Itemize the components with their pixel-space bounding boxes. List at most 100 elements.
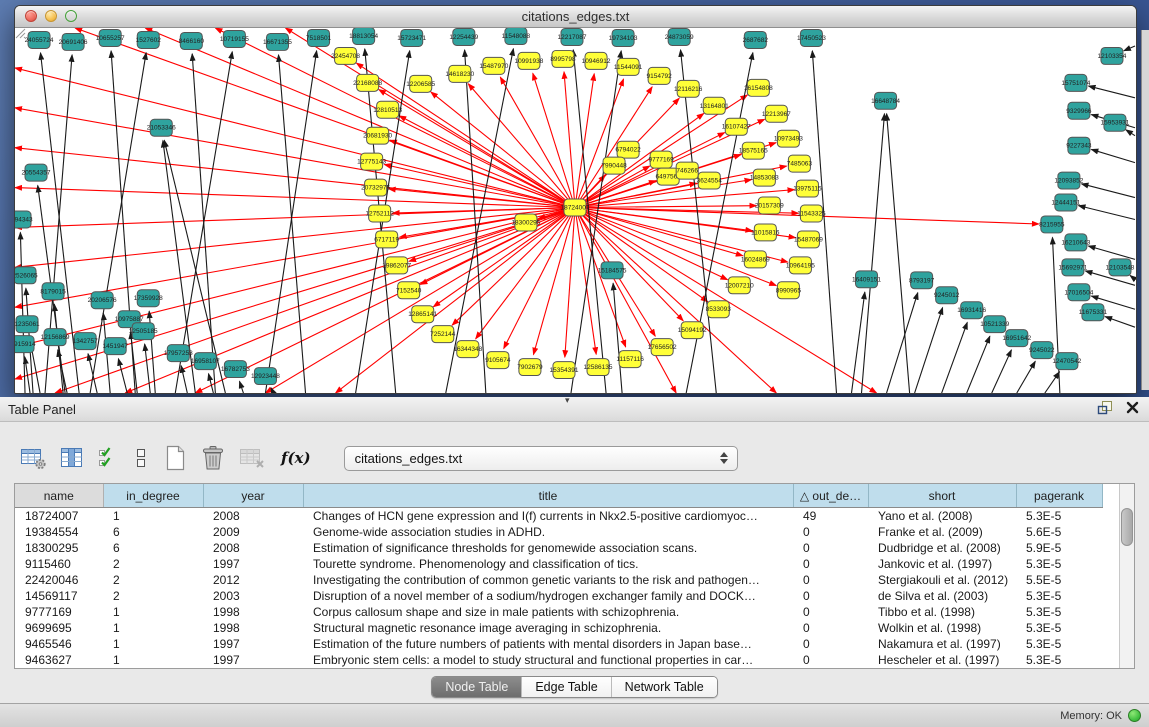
table-cell: 0	[793, 636, 868, 652]
table-panel-title: Table Panel	[0, 402, 76, 417]
table-scrollbar[interactable]	[1119, 484, 1134, 668]
table-cell: 0	[793, 540, 868, 556]
select-rows-icon[interactable]	[97, 446, 119, 470]
column-header-year[interactable]: year	[203, 484, 303, 508]
traffic-lights	[25, 10, 77, 22]
network-canvas[interactable]: 1872400722454708221680881281051320681930…	[15, 28, 1136, 393]
table-cell: 9777169	[15, 604, 103, 620]
table-cell: 5.3E-5	[1016, 556, 1102, 572]
table-row[interactable]: 1830029562008Estimation of significance …	[15, 540, 1102, 556]
column-header-short[interactable]: short	[868, 484, 1016, 508]
table-row[interactable]: 1456911722003Disruption of a novel membe…	[15, 588, 1102, 604]
table-settings-icon[interactable]	[20, 446, 47, 470]
table-panel: Table Panel ▾	[0, 397, 1149, 727]
table-cell: 1	[103, 604, 203, 620]
column-header-title[interactable]: title	[303, 484, 793, 508]
table-cell: 18724007	[15, 508, 103, 525]
column-header-out_de[interactable]: △ out_de…	[793, 484, 868, 508]
table-cell: 5.9E-5	[1016, 540, 1102, 556]
table-toolbar: f(x) citations_edges.txt	[0, 422, 1149, 474]
table-cell: 2	[103, 556, 203, 572]
table-cell: 49	[793, 508, 868, 525]
table-cell: Genome-wide association studies in ADHD.	[303, 524, 793, 540]
table-cell: Embryonic stem cells: a model to study s…	[303, 652, 793, 668]
table-cell: 5.6E-5	[1016, 524, 1102, 540]
table-cell: 1997	[203, 556, 303, 572]
table-cell: 5.3E-5	[1016, 588, 1102, 604]
table-cell: 0	[793, 620, 868, 636]
table-cell: Tourette syndrome. Phenomenology and cla…	[303, 556, 793, 572]
table-row[interactable]: 2242004622012Investigating the contribut…	[15, 572, 1102, 588]
table-cell: Changes of HCN gene expression and I(f) …	[303, 508, 793, 525]
memory-status-label: Memory: OK	[1060, 710, 1122, 722]
table-cell: Corpus callosum shape and size in male p…	[303, 604, 793, 620]
zoom-window-button[interactable]	[65, 10, 77, 22]
column-header-in_degree[interactable]: in_degree	[103, 484, 203, 508]
table-cell: 1	[103, 620, 203, 636]
select-column-icon[interactable]	[60, 446, 84, 470]
table-row[interactable]: 946554611997Estimation of the future num…	[15, 636, 1102, 652]
table-cell: 22420046	[15, 572, 103, 588]
table-cell: 2012	[203, 572, 303, 588]
table-cell: Stergiakouli et al. (2012)	[868, 572, 1016, 588]
table-cell: 0	[793, 652, 868, 668]
table-cell: Disruption of a novel member of a sodium…	[303, 588, 793, 604]
table-cell: Estimation of the future numbers of pati…	[303, 636, 793, 652]
dropdown-arrows-icon	[720, 452, 737, 464]
table-cell: 0	[793, 556, 868, 572]
table-type-switcher: Node Table Edge Table Network Table	[431, 676, 717, 698]
table-cell: 5.3E-5	[1016, 636, 1102, 652]
node-table: namein_degreeyeartitle△ out_de…shortpage…	[15, 484, 1103, 668]
table-cell: 1997	[203, 636, 303, 652]
table-cell: 1998	[203, 604, 303, 620]
table-row[interactable]: 977716911998Corpus callosum shape and si…	[15, 604, 1102, 620]
network-desktop: citations_edges.txt 18724007224547082216…	[0, 0, 1149, 397]
table-cell: 9115460	[15, 556, 103, 572]
table-cell: 5.3E-5	[1016, 620, 1102, 636]
table-cell: 2003	[203, 588, 303, 604]
table-cell: 2008	[203, 540, 303, 556]
memory-status-indicator[interactable]	[1128, 709, 1141, 722]
table-cell: 14569117	[15, 588, 103, 604]
table-row[interactable]: 946362711997Embryonic stem cells: a mode…	[15, 652, 1102, 668]
column-header-name[interactable]: name	[15, 484, 103, 508]
table-row[interactable]: 1938455462009Genome-wide association stu…	[15, 524, 1102, 540]
table-cell: Wolkin et al. (1998)	[868, 620, 1016, 636]
node-table-container: namein_degreeyeartitle△ out_de…shortpage…	[14, 483, 1135, 669]
table-cell: Nakamura et al. (1997)	[868, 636, 1016, 652]
table-cell: de Silva et al. (2003)	[868, 588, 1016, 604]
new-column-icon[interactable]	[163, 445, 187, 471]
table-cell: 6	[103, 540, 203, 556]
panel-resize-handle[interactable]: ▾	[565, 395, 570, 406]
status-bar: Memory: OK	[0, 703, 1149, 727]
delete-column-icon[interactable]	[200, 445, 226, 471]
float-panel-icon[interactable]	[1097, 400, 1113, 415]
table-cell: 18300295	[15, 540, 103, 556]
cytoscape-app: citations_edges.txt 18724007224547082216…	[0, 0, 1149, 727]
window-titlebar[interactable]: citations_edges.txt	[15, 6, 1136, 28]
table-cell: 9699695	[15, 620, 103, 636]
table-cell: 2	[103, 572, 203, 588]
table-source-dropdown[interactable]: citations_edges.txt	[344, 446, 738, 471]
close-window-button[interactable]	[25, 10, 37, 22]
table-cell: 0	[793, 524, 868, 540]
tab-node-table[interactable]: Node Table	[432, 677, 521, 697]
table-row[interactable]: 1872400712008Changes of HCN gene express…	[15, 508, 1102, 525]
column-header-pagerank[interactable]: pagerank	[1016, 484, 1102, 508]
table-cell: 0	[793, 588, 868, 604]
resize-grip-icon[interactable]	[15, 28, 1135, 392]
tab-network-table[interactable]: Network Table	[611, 677, 717, 697]
background-panel-edge	[1141, 30, 1149, 390]
table-scrollbar-thumb[interactable]	[1121, 508, 1133, 546]
tab-edge-table[interactable]: Edge Table	[521, 677, 610, 697]
delete-table-icon-disabled	[239, 446, 266, 470]
table-row[interactable]: 911546021997Tourette syndrome. Phenomeno…	[15, 556, 1102, 572]
close-panel-icon[interactable]	[1126, 401, 1139, 414]
row-height-icon[interactable]	[132, 446, 150, 470]
minimize-window-button[interactable]	[45, 10, 57, 22]
table-tabs-row: Node Table Edge Table Network Table	[0, 669, 1149, 698]
table-row[interactable]: 969969511998Structural magnetic resonanc…	[15, 620, 1102, 636]
table-cell: 1997	[203, 652, 303, 668]
function-builder-icon[interactable]: f(x)	[279, 449, 313, 467]
table-cell: Jankovic et al. (1997)	[868, 556, 1016, 572]
